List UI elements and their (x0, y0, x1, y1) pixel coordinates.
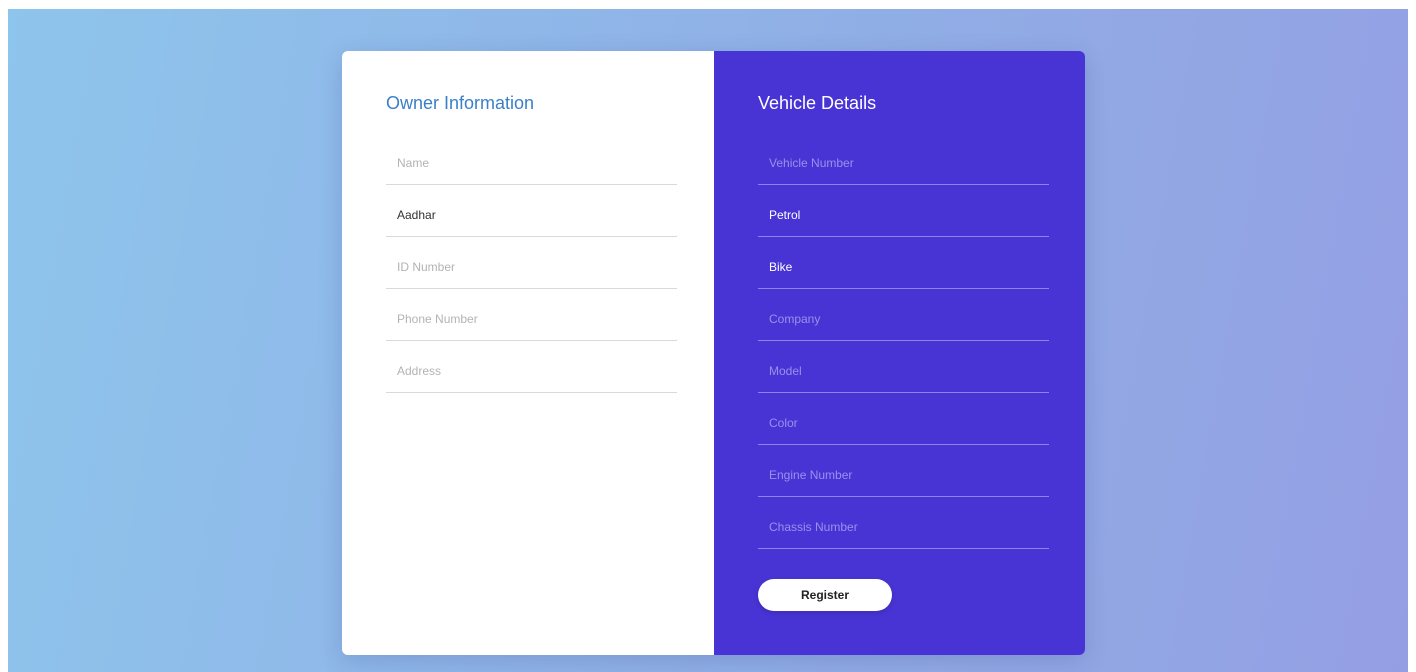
engine-number-field (758, 445, 1049, 497)
name-input[interactable] (386, 141, 677, 185)
model-input[interactable] (758, 349, 1049, 393)
vehicle-number-field (758, 133, 1049, 185)
model-field (758, 341, 1049, 393)
company-input[interactable] (758, 297, 1049, 341)
vehicle-details-panel: Vehicle Details Vehicle Number Petrol Bi… (714, 51, 1085, 655)
fuel-type-input[interactable] (758, 193, 1049, 237)
vehicle-type-input[interactable] (758, 245, 1049, 289)
vehicle-type-field (758, 237, 1049, 289)
color-field (758, 393, 1049, 445)
color-input[interactable] (758, 401, 1049, 445)
register-button[interactable]: Register (758, 579, 892, 611)
chassis-number-field (758, 497, 1049, 549)
address-input[interactable] (386, 349, 677, 393)
id-number-field (386, 237, 677, 289)
chassis-number-input[interactable] (758, 505, 1049, 549)
registration-card: Owner Information Vehicle Details (342, 51, 1085, 655)
address-field (386, 341, 677, 393)
id-type-field (386, 185, 677, 237)
name-field (386, 133, 677, 185)
page-background: Owner Information Vehicle Details (8, 9, 1408, 672)
vehicle-details-title: Vehicle Details (758, 93, 877, 113)
engine-number-input[interactable] (758, 453, 1049, 497)
vehicle-number-input[interactable] (758, 141, 1049, 185)
phone-number-field (386, 289, 677, 341)
company-field (758, 289, 1049, 341)
phone-number-input[interactable] (386, 297, 677, 341)
owner-information-title: Owner Information (386, 93, 535, 113)
id-type-input[interactable] (386, 193, 677, 237)
id-number-input[interactable] (386, 245, 677, 289)
fuel-type-field (758, 185, 1049, 237)
owner-information-panel: Owner Information (342, 51, 714, 655)
